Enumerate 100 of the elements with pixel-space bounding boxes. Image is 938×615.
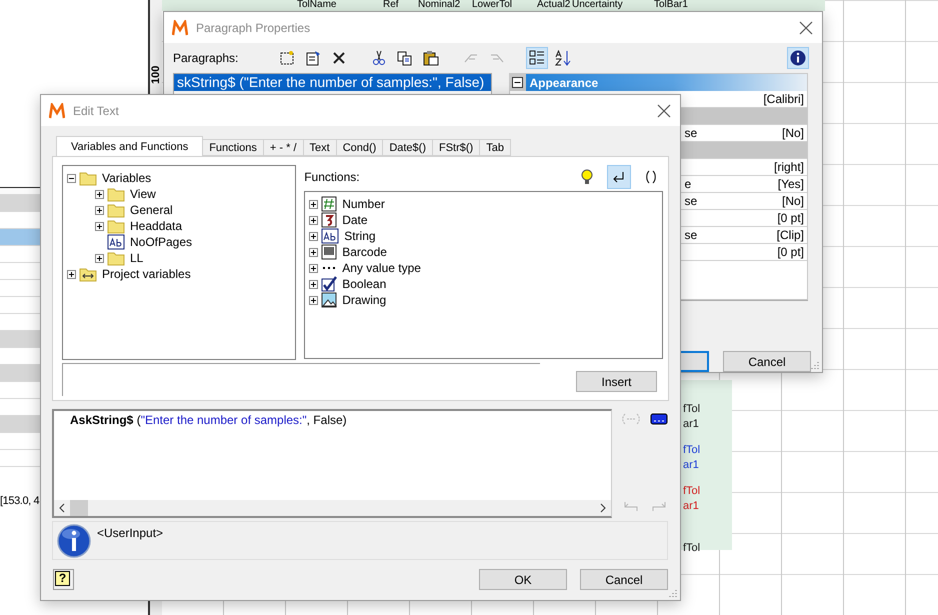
tree-item[interactable]: General	[128, 203, 173, 217]
picture-icon	[321, 292, 338, 308]
report-field: ar1	[683, 418, 699, 430]
property-value: [No]	[782, 126, 804, 140]
tree-item[interactable]: View	[128, 187, 156, 201]
code-line: AskString$ ("Enter the number of samples:", False)	[70, 413, 347, 427]
tree-item[interactable]: Date	[340, 213, 368, 227]
paragraphs-label: Paragraphs:	[173, 50, 240, 65]
wrap-icon	[622, 413, 640, 425]
expand-toggle[interactable]	[67, 270, 76, 278]
return-icon	[612, 171, 626, 183]
folder-icon	[107, 202, 125, 218]
tree-item[interactable]: NoOfPages	[128, 235, 192, 249]
tab[interactable]: Variables and Functions	[56, 136, 204, 156]
tab[interactable]: Text	[302, 139, 337, 156]
expand-toggle[interactable]	[309, 200, 318, 208]
tab[interactable]: Date$()	[382, 139, 433, 156]
tree-item[interactable]: Drawing	[340, 293, 386, 307]
ruler-label: 100	[150, 64, 162, 84]
app-logo-icon	[172, 20, 188, 36]
folder-icon	[107, 250, 125, 266]
column-heading: Ref	[383, 0, 399, 10]
property-value: [Clip]	[776, 228, 804, 242]
window-title: Paragraph Properties	[196, 20, 312, 34]
tab[interactable]: + - * /	[262, 139, 304, 156]
functions-label: Functions:	[304, 170, 361, 184]
ellipsis-box-icon	[650, 413, 668, 425]
category-label: Appearance	[528, 76, 598, 90]
expression-editor[interactable]: AskString$ ("Enter the number of samples:", False)	[52, 409, 612, 518]
tree-item[interactable]: LL	[128, 251, 144, 265]
property-name: se	[684, 228, 698, 242]
report-field: fTol	[683, 403, 700, 415]
expand-toggle[interactable]	[95, 190, 104, 198]
paragraph-item[interactable]: skString$ ("Enter the number of samples:", False)	[174, 74, 492, 92]
info-text: <UserInput>	[97, 525, 164, 542]
info-icon	[57, 524, 91, 558]
parentheses-icon	[645, 170, 657, 184]
tree-item[interactable]: Any value type	[340, 261, 421, 275]
column-heading: Uncertainty	[572, 0, 623, 10]
tab[interactable]: Tab	[479, 139, 511, 156]
property-value: [right]	[774, 160, 804, 174]
property-value: [0 pt]	[777, 211, 804, 226]
property-name: e	[684, 177, 692, 192]
lightbulb-icon	[580, 169, 594, 185]
checkbox-icon	[321, 276, 338, 292]
expand-toggle[interactable]	[309, 280, 318, 288]
editor-tool[interactable]	[650, 411, 668, 427]
column-heading: LowerTol	[472, 0, 512, 10]
column-heading: Actual2	[537, 0, 570, 10]
expand-toggle[interactable]	[95, 206, 104, 214]
ok-button[interactable]: OK	[479, 569, 567, 590]
tree-item[interactable]: Project variables	[100, 267, 191, 281]
tab[interactable]: FStr$()	[432, 139, 480, 156]
expand-toggle[interactable]	[309, 248, 318, 256]
collapse-toggle[interactable]	[510, 74, 526, 92]
toolbar-button[interactable]	[607, 165, 631, 189]
tab[interactable]: Functions	[202, 139, 264, 156]
redo-icon	[651, 500, 667, 512]
expand-toggle[interactable]	[309, 296, 318, 304]
tree-item[interactable]: Headdata	[128, 219, 182, 233]
expand-toggle[interactable]	[67, 174, 76, 182]
scroll-thumb[interactable]	[70, 500, 88, 516]
close-button[interactable]	[656, 102, 672, 118]
text-type-icon	[321, 228, 340, 244]
property-value: [0 pt]	[777, 245, 804, 260]
calendar-icon	[321, 212, 338, 228]
expand-toggle[interactable]	[95, 254, 104, 262]
tree-item[interactable]: Barcode	[340, 245, 387, 259]
horizontal-scrollbar[interactable]	[54, 500, 611, 516]
report-field: ar1	[683, 500, 699, 512]
tree-item[interactable]: Number	[340, 197, 385, 211]
number-type-icon	[321, 196, 338, 212]
tab[interactable]: Cond()	[336, 139, 384, 156]
expand-toggle[interactable]	[309, 264, 318, 272]
close-button[interactable]	[798, 20, 814, 36]
expand-toggle[interactable]	[95, 222, 104, 230]
tree-item[interactable]: String	[342, 229, 376, 243]
report-field: ar1	[683, 459, 699, 471]
coordinates-text: [153.0, 4	[0, 495, 40, 507]
undo-icon	[623, 500, 639, 512]
folder-icon	[107, 218, 125, 234]
help-button[interactable]: ?	[53, 569, 74, 590]
app-logo-icon	[49, 102, 65, 118]
resize-grip[interactable]	[668, 588, 678, 598]
cancel-button[interactable]: Cancel	[723, 351, 811, 372]
expand-toggle[interactable]	[309, 216, 318, 224]
text-type-icon	[107, 234, 125, 250]
tree-item[interactable]: Boolean	[340, 277, 386, 291]
tree-item[interactable]: Variables	[100, 171, 152, 185]
cancel-button[interactable]: Cancel	[580, 569, 668, 590]
resize-grip[interactable]	[810, 360, 820, 370]
project-folder-icon	[79, 266, 97, 282]
insert-button[interactable]: Insert	[576, 371, 657, 392]
categorized-tool-icon[interactable]	[526, 46, 548, 69]
property-name: se	[684, 126, 698, 140]
expand-toggle[interactable]	[309, 232, 318, 240]
property-value: [No]	[782, 194, 804, 208]
info-button[interactable]	[787, 46, 809, 69]
report-field: fTol	[683, 444, 700, 456]
folder-icon	[107, 186, 125, 202]
